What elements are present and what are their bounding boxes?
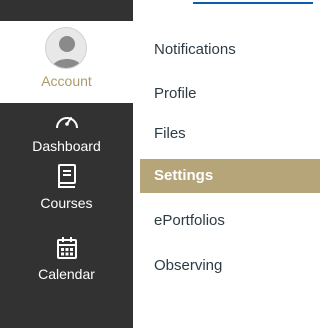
nav-item-dashboard-label: Dashboard: [32, 138, 101, 154]
submenu-item-eportfolios[interactable]: ePortfolios: [140, 204, 320, 238]
header-link-fragment[interactable]: [193, 0, 313, 4]
submenu-item-notifications[interactable]: Notifications: [140, 33, 320, 67]
nav-item-calendar[interactable]: Calendar: [0, 236, 133, 282]
book-icon: [0, 163, 133, 194]
user-avatar-icon: [45, 27, 87, 69]
calendar-icon: [0, 236, 133, 265]
speedometer-icon: [0, 110, 133, 137]
submenu-item-profile[interactable]: Profile: [140, 77, 320, 111]
submenu-item-observing[interactable]: Observing: [140, 249, 320, 283]
nav-item-calendar-label: Calendar: [38, 266, 95, 282]
submenu-item-files[interactable]: Files: [140, 117, 320, 151]
nav-item-account[interactable]: Account: [0, 21, 133, 103]
submenu-item-settings[interactable]: Settings: [140, 159, 320, 193]
global-nav-sidebar: Account Dashboard Courses Calendar: [0, 0, 133, 328]
nav-item-courses-label: Courses: [40, 195, 93, 211]
nav-item-dashboard[interactable]: Dashboard: [0, 110, 133, 154]
nav-item-account-label: Account: [41, 73, 92, 89]
nav-item-courses[interactable]: Courses: [0, 163, 133, 211]
